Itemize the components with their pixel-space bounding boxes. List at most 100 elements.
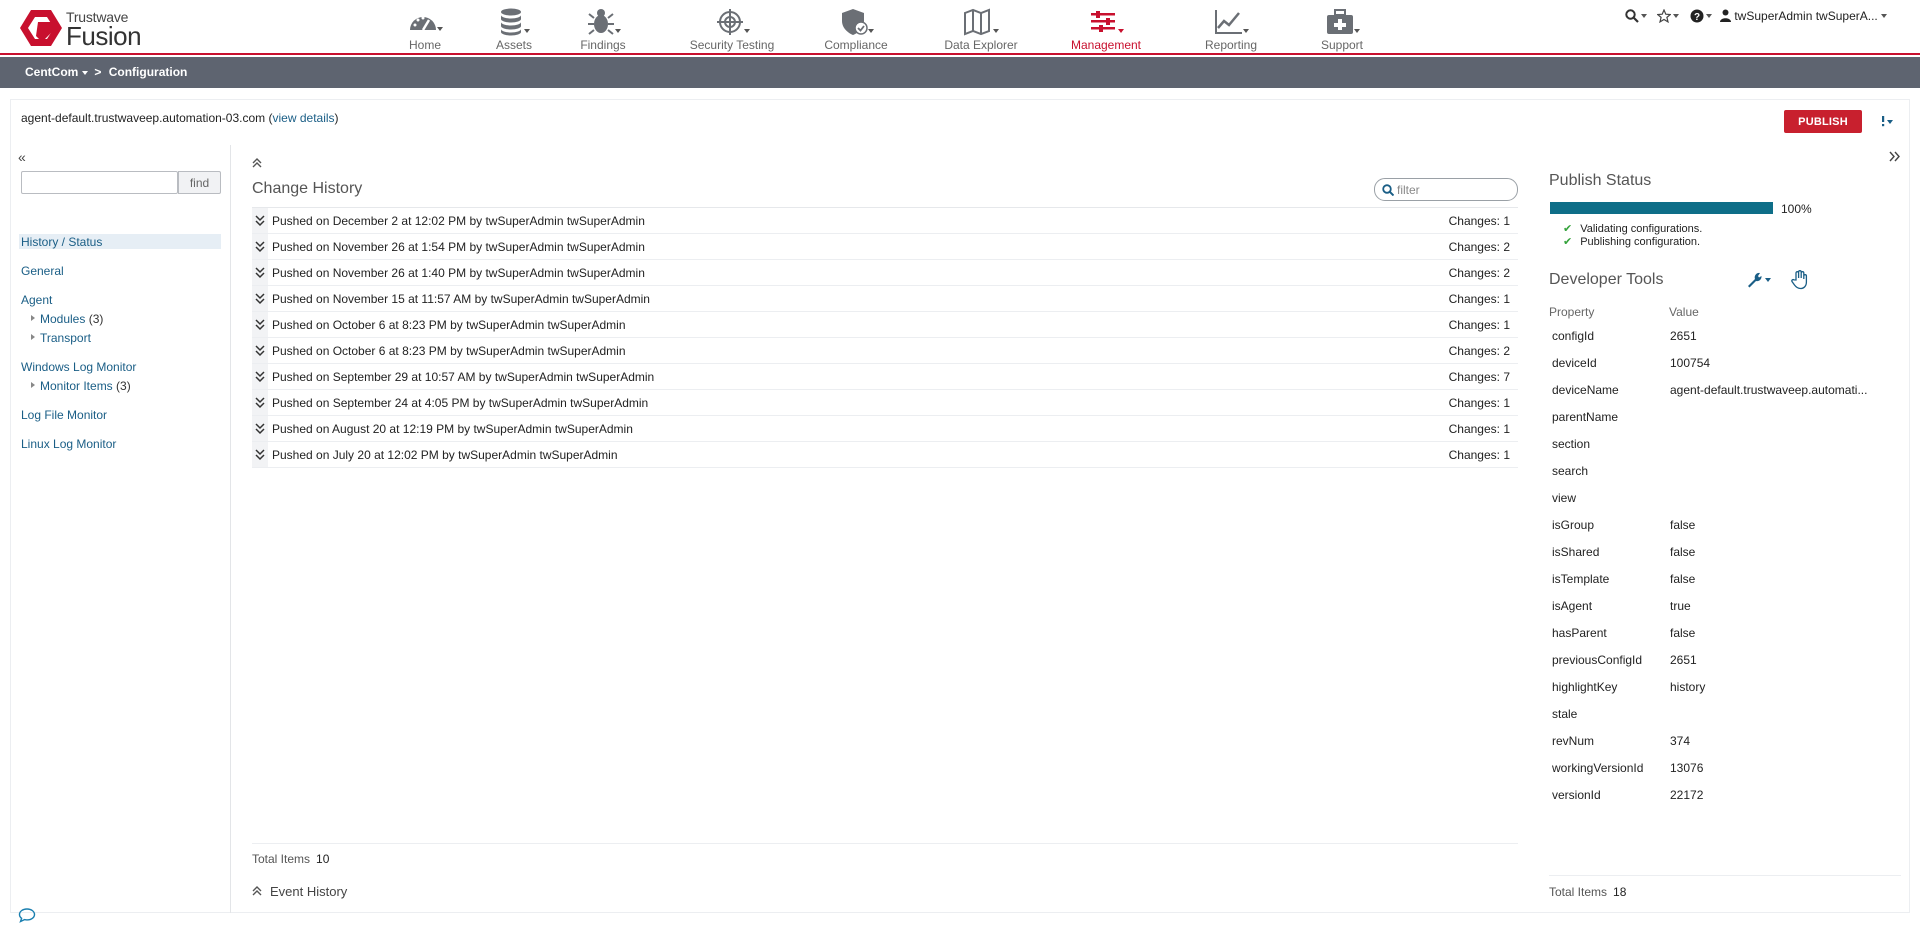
status-step: ✔ Validating configurations. (1563, 222, 1702, 235)
sliders-icon (1091, 11, 1124, 33)
property-row: highlightKey history (1549, 673, 1889, 700)
property-row: section (1549, 430, 1889, 457)
help-menu[interactable]: ? (1690, 8, 1712, 23)
expand-arrow-icon[interactable] (31, 334, 35, 340)
property-value: false (1670, 545, 1696, 559)
change-entry-text: Pushed on November 15 at 11:57 AM by twS… (272, 292, 650, 306)
find-button[interactable]: find (178, 171, 221, 194)
find-input[interactable] (21, 171, 178, 194)
row-expander[interactable] (252, 390, 268, 415)
table-row[interactable]: Pushed on November 26 at 1:54 PM by twSu… (252, 234, 1518, 260)
device-header: agent-default.trustwaveep.automation-03.… (21, 111, 339, 125)
event-history-toggle[interactable]: Event History (252, 884, 347, 899)
filter-field[interactable] (1374, 178, 1518, 201)
tree-item-general[interactable]: General (21, 264, 64, 278)
nav-data-explorer[interactable]: Data Explorer (916, 0, 1046, 55)
row-expander[interactable] (252, 286, 268, 311)
tree-item-windows-log-monitor[interactable]: Windows Log Monitor (21, 360, 136, 374)
table-row[interactable]: Pushed on November 26 at 1:40 PM by twSu… (252, 260, 1518, 286)
breadcrumb-root[interactable]: CentCom (25, 65, 78, 79)
dashboard-gauge-icon (410, 16, 443, 31)
favorites-menu[interactable] (1656, 8, 1679, 23)
expand-arrow-icon[interactable] (31, 382, 35, 388)
nav-security-testing[interactable]: Security Testing (667, 0, 797, 55)
chevron-down-icon (1706, 13, 1712, 18)
collapse-left-icon[interactable]: « (18, 149, 26, 165)
nav-findings[interactable]: Findings (538, 0, 668, 55)
row-expander[interactable] (252, 208, 268, 233)
nav-label: Data Explorer (944, 38, 1018, 52)
developer-tools-rows: configId 2651 deviceId 100754 deviceName agen… (1549, 322, 1889, 808)
collapse-right-icon[interactable] (1889, 151, 1900, 162)
expand-arrow-icon[interactable] (31, 315, 35, 321)
row-expander[interactable] (252, 260, 268, 285)
row-expander[interactable] (252, 364, 268, 389)
filter-input[interactable] (1397, 181, 1513, 198)
total-label: Total Items (1549, 885, 1608, 899)
event-history-label: Event History (270, 884, 348, 899)
tree-item-monitor-items[interactable]: Monitor Items (3) (40, 379, 131, 393)
inspect-hand-button[interactable] (1790, 270, 1808, 290)
property-value: 22172 (1670, 788, 1704, 802)
column-header-property: Property (1549, 305, 1595, 319)
column-header-value: Value (1669, 305, 1699, 319)
table-row[interactable]: Pushed on July 20 at 12:02 PM by twSuper… (252, 442, 1518, 468)
property-value: history (1670, 680, 1706, 694)
nav-compliance[interactable]: Compliance (791, 0, 921, 55)
nav-support[interactable]: Support (1277, 0, 1407, 55)
trustwave-fusion-logo[interactable]: Trustwave Fusion (18, 6, 148, 51)
table-row[interactable]: Pushed on August 20 at 12:19 PM by twSup… (252, 416, 1518, 442)
property-value: 100754 (1670, 356, 1711, 370)
property-value: true (1670, 599, 1691, 613)
line-chart-icon (1215, 10, 1249, 34)
nav-label: Support (1320, 38, 1364, 52)
tree-item-modules[interactable]: Modules (3) (40, 312, 103, 326)
tree-item-transport[interactable]: Transport (40, 331, 91, 345)
row-expander[interactable] (252, 338, 268, 363)
property-row: stale (1549, 700, 1889, 727)
search-icon (1382, 184, 1394, 196)
breadcrumb-separator: > (94, 65, 102, 79)
property-key: isGroup (1552, 518, 1595, 532)
table-row[interactable]: Pushed on September 29 at 10:57 AM by tw… (252, 364, 1518, 390)
nav-management[interactable]: Management (1041, 0, 1171, 55)
expand-down-icon (255, 423, 265, 435)
progress-fill (1550, 202, 1773, 214)
search-menu[interactable] (1625, 8, 1647, 23)
tree-item-linux-log-monitor[interactable]: Linux Log Monitor (21, 437, 116, 451)
nav-label: Findings (580, 38, 626, 52)
change-history-total: Total Items 10 (252, 852, 329, 866)
tree-item-log-file-monitor[interactable]: Log File Monitor (21, 408, 107, 422)
user-menu[interactable]: twSuperAdmin twSuperA... (1720, 8, 1888, 23)
chat-bubble-icon[interactable] (18, 907, 36, 923)
collapse-up-icon[interactable] (252, 158, 262, 168)
publish-progress-bar (1550, 202, 1773, 214)
property-key: workingVersionId (1552, 761, 1644, 775)
nav-label: Management (1070, 38, 1142, 52)
wrench-menu-button[interactable] (1746, 271, 1774, 289)
breadcrumb: CentCom > Configuration (25, 65, 187, 79)
row-expander[interactable] (252, 312, 268, 337)
tree-item-agent[interactable]: Agent (21, 293, 52, 307)
table-row[interactable]: Pushed on October 6 at 8:23 PM by twSupe… (252, 312, 1518, 338)
chevron-down-icon (1881, 13, 1888, 18)
property-row: isAgent true (1549, 592, 1889, 619)
chevron-down-icon[interactable] (82, 70, 89, 75)
table-row[interactable]: Pushed on December 2 at 12:02 PM by twSu… (252, 208, 1518, 234)
row-expander[interactable] (252, 234, 268, 259)
row-expander[interactable] (252, 416, 268, 441)
row-expander[interactable] (252, 442, 268, 467)
publish-button[interactable]: PUBLISH (1784, 110, 1862, 133)
property-value: agent-default.trustwaveep.automati... (1670, 383, 1868, 397)
table-row[interactable]: Pushed on October 6 at 8:23 PM by twSupe… (252, 338, 1518, 364)
svg-text:?: ? (1694, 12, 1700, 23)
table-row[interactable]: Pushed on September 24 at 4:05 PM by twS… (252, 390, 1518, 416)
property-value: false (1670, 518, 1696, 532)
change-entry-text: Pushed on September 29 at 10:57 AM by tw… (272, 370, 655, 384)
table-row[interactable]: Pushed on November 15 at 11:57 AM by twS… (252, 286, 1518, 312)
view-details-link[interactable]: view details (273, 111, 335, 125)
more-actions-button[interactable] (1880, 114, 1896, 128)
tree-item-history-status[interactable]: History / Status (21, 235, 102, 249)
change-entry-text: Pushed on August 20 at 12:19 PM by twSup… (272, 422, 633, 436)
chevron-down-icon (1641, 13, 1647, 18)
